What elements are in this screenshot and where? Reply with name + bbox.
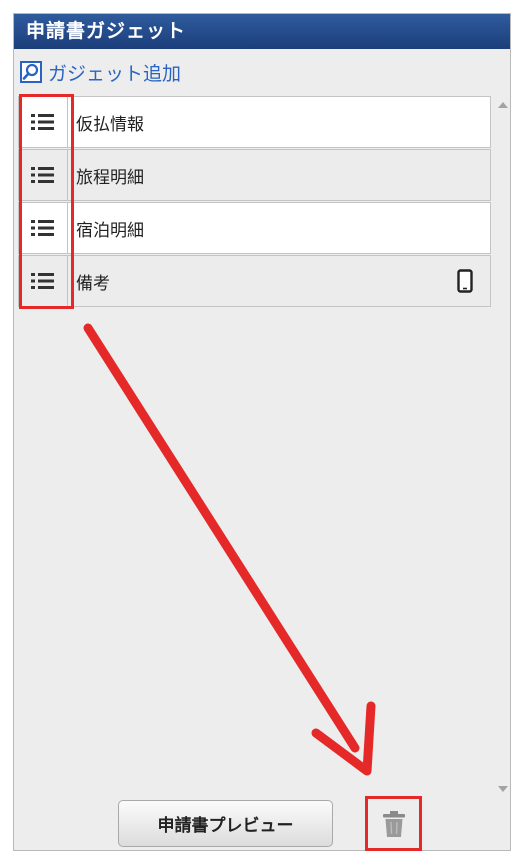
drag-handle-icon[interactable] — [19, 256, 68, 306]
gadget-row[interactable]: 備考 — [18, 255, 491, 307]
gadget-row[interactable]: 旅程明細 — [18, 149, 491, 201]
gadget-label: 宿泊明細 — [76, 220, 144, 241]
drag-handle-icon[interactable] — [19, 203, 68, 253]
drag-handle-icon[interactable] — [19, 97, 68, 147]
preview-button[interactable]: 申請書プレビュー — [118, 800, 333, 847]
list-scrollbar[interactable] — [495, 96, 510, 796]
gadget-panel: 申請書ガジェット ガジェット追加 仮払情報 旅程明細 宿泊明細 備考 申請書プレ… — [13, 13, 511, 851]
add-gadget-link[interactable]: ガジェット追加 — [20, 58, 181, 86]
gadget-row[interactable]: 宿泊明細 — [18, 202, 491, 254]
gadget-row[interactable]: 仮払情報 — [18, 96, 491, 148]
panel-title: 申請書ガジェット — [14, 14, 510, 49]
trash-icon — [382, 810, 405, 837]
scroll-up-icon[interactable] — [498, 102, 508, 108]
scroll-down-icon[interactable] — [498, 786, 508, 792]
gadget-label: 備考 — [76, 273, 110, 294]
gadget-list: 仮払情報 旅程明細 宿泊明細 備考 — [18, 96, 491, 308]
add-gadget-label: ガジェット追加 — [48, 62, 182, 85]
mobile-device-icon — [440, 256, 490, 306]
gadget-label: 旅程明細 — [76, 167, 144, 188]
gadget-label: 仮払情報 — [76, 114, 144, 135]
search-icon — [20, 61, 42, 83]
trash-button[interactable] — [365, 796, 422, 851]
drag-handle-icon[interactable] — [19, 150, 68, 200]
